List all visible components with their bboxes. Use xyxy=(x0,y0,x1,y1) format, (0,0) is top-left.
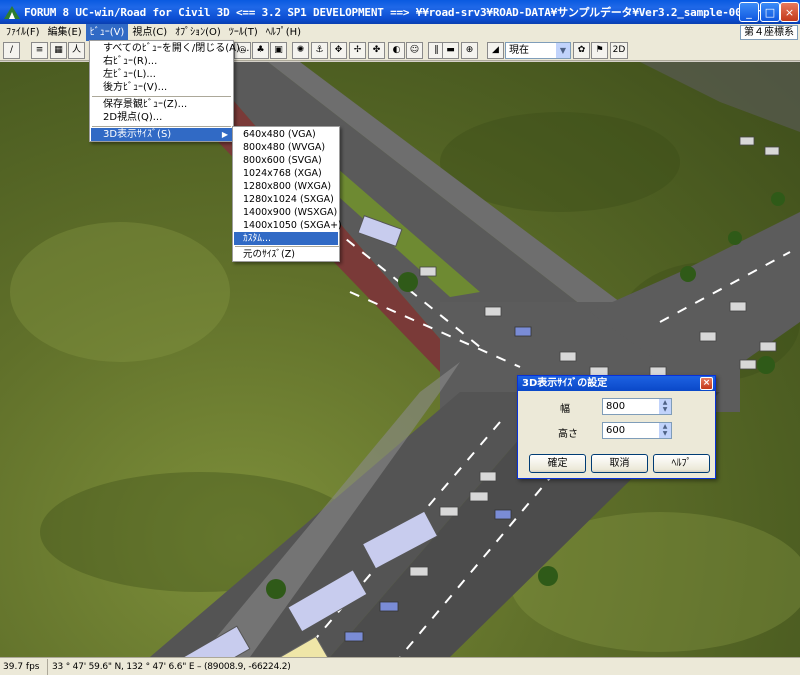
alignment-icon[interactable]: ≡ xyxy=(31,42,48,59)
size-option-wvga[interactable]: 800x480 (WVGA) xyxy=(234,141,338,154)
3d-viewport[interactable] xyxy=(0,62,800,657)
spinner-arrows-icon[interactable]: ▲ ▼ xyxy=(659,423,671,438)
coordinates-readout: 33 ° 47' 59.6" N, 132 ° 47' 6.6" E – (89… xyxy=(52,661,291,672)
menu-edit[interactable]: 編集(E) xyxy=(44,24,86,41)
road-scene xyxy=(10,62,800,657)
dialog-title: 3D表示ｻｲｽﾞの設定 xyxy=(522,378,608,389)
submenu-arrow-icon: ▶ xyxy=(221,130,228,139)
spinner-arrows-icon[interactable]: ▲ ▼ xyxy=(659,399,671,414)
disabled-move-icon[interactable]: ✤ xyxy=(368,42,385,59)
menu-file[interactable]: ﾌｧｲﾙ(F) xyxy=(2,24,44,41)
save-view-icon[interactable]: ✿ xyxy=(573,42,590,59)
menu-separator xyxy=(92,126,231,127)
person-icon[interactable]: 人 xyxy=(68,42,85,59)
anchor-icon[interactable]: ⚓ xyxy=(311,42,328,59)
menu-item-toggle-all-views[interactable]: すべてのﾋﾞｭｰを開く/閉じる(A)... xyxy=(91,42,249,55)
menu-options[interactable]: ｵﾌﾟｼｮﾝ(O) xyxy=(171,24,225,41)
menu-item-rear-view[interactable]: 後方ﾋﾞｭｰ(V)... xyxy=(91,81,232,94)
cancel-button[interactable]: 取消 xyxy=(591,454,648,473)
menu-item-right-view[interactable]: 右ﾋﾞｭｰ(R)... xyxy=(91,55,232,68)
width-label: 幅 xyxy=(560,404,570,415)
dialog-title-bar: 3D表示ｻｲｽﾞの設定 × xyxy=(518,376,715,391)
menu-item-saved-views[interactable]: 保存景観ﾋﾞｭｰ(Z)... xyxy=(91,98,232,111)
display-size-dialog: 3D表示ｻｲｽﾞの設定 × 幅 800 ▲ ▼ 高さ 600 ▲ ▼ 確定 取消 ﾍ… xyxy=(517,375,716,479)
rotate-icon[interactable]: ◐ xyxy=(388,42,405,59)
size-option-xga[interactable]: 1024x768 (XGA) xyxy=(234,167,338,180)
menu-bar: ﾌｧｲﾙ(F) 編集(E) ﾋﾞｭｰ(V) 視点(C) ｵﾌﾟｼｮﾝ(O) ﾂｰ… xyxy=(0,24,800,41)
car-icon[interactable]: ▬ xyxy=(442,42,459,59)
size-option-wxga[interactable]: 1280x800 (WXGA) xyxy=(234,180,338,193)
menu-tools[interactable]: ﾂｰﾙ(T) xyxy=(225,24,262,41)
menu-item-3d-display-size-label: 3D表示ｻｲｽﾞ(S) xyxy=(103,129,172,140)
minimize-icon: _ xyxy=(746,5,752,19)
size-option-svga[interactable]: 800x600 (SVGA) xyxy=(234,154,338,167)
title-bar: FORUM 8 UC-win/Road for Civil 3D <== 3.2… xyxy=(0,0,800,24)
size-option-sxga[interactable]: 1280x1024 (SXGA) xyxy=(234,193,338,206)
size-option-sxga-plus[interactable]: 1400x1050 (SXGA+) xyxy=(234,219,342,232)
height-value: 600 xyxy=(606,425,626,436)
close-icon: × xyxy=(702,378,711,388)
fps-readout: 39.7 fps xyxy=(0,658,48,675)
pan-icon[interactable]: ✢ xyxy=(349,42,366,59)
width-spinner[interactable]: 800 ▲ ▼ xyxy=(602,398,672,415)
traffic-icon[interactable]: ✺ xyxy=(292,42,309,59)
menu-help[interactable]: ﾍﾙﾌﾟ(H) xyxy=(262,24,305,41)
dialog-close-button[interactable]: × xyxy=(700,377,713,390)
help-button[interactable]: ﾍﾙﾌﾟ xyxy=(653,454,710,473)
ok-button[interactable]: 確定 xyxy=(529,454,586,473)
tree-icon[interactable]: ♣ xyxy=(252,42,269,59)
menu-item-2d-viewpoint[interactable]: 2D視点(Q)... xyxy=(91,111,232,124)
menu-separator xyxy=(235,246,339,247)
status-bar: 39.7 fps 33 ° 47' 59.6" N, 132 ° 47' 6.6… xyxy=(0,657,800,675)
minimize-button[interactable]: _ xyxy=(739,2,759,22)
grid-icon[interactable]: ▦ xyxy=(50,42,67,59)
size-option-original[interactable]: 元のｻｲｽﾞ(Z) xyxy=(234,248,338,261)
road-icon[interactable]: ∕ xyxy=(3,42,20,59)
view-select-value: 現在 xyxy=(509,45,529,56)
close-icon: × xyxy=(784,5,795,19)
size-option-wsxga[interactable]: 1400x900 (WSXGA) xyxy=(234,206,338,219)
close-button[interactable]: × xyxy=(780,2,799,22)
menu-item-3d-display-size[interactable]: 3D表示ｻｲｽﾞ(S) ▶ xyxy=(91,128,232,141)
menu-item-left-view[interactable]: 左ﾋﾞｭｰ(L)... xyxy=(91,68,232,81)
move-icon[interactable]: ✥ xyxy=(330,42,347,59)
view-select[interactable]: 現在 ▼ xyxy=(505,42,571,59)
menu-separator xyxy=(92,96,231,97)
road-view-icon[interactable]: ◢ xyxy=(487,42,504,59)
bus-icon[interactable]: ▣ xyxy=(270,42,287,59)
maximize-icon: □ xyxy=(764,5,776,19)
2d-view-button[interactable]: 2D xyxy=(610,42,628,59)
menu-view[interactable]: ﾋﾞｭｰ(V) xyxy=(85,24,129,41)
size-option-custom[interactable]: ｶｽﾀﾑ... xyxy=(234,232,338,245)
app-logo-icon xyxy=(4,6,20,19)
window-title: FORUM 8 UC-win/Road for Civil 3D <== 3.2… xyxy=(24,6,768,19)
chevron-down-icon: ▼ xyxy=(556,43,570,58)
height-label: 高さ xyxy=(558,429,578,440)
steering-icon[interactable]: ⊕ xyxy=(461,42,478,59)
height-spinner[interactable]: 600 ▲ ▼ xyxy=(602,422,672,439)
menu-viewpoint[interactable]: 視点(C) xyxy=(128,24,171,41)
flag-icon[interactable]: ⚑ xyxy=(591,42,608,59)
display-size-submenu: 640x480 (VGA) 800x480 (WVGA) 800x600 (SV… xyxy=(232,126,342,262)
width-value: 800 xyxy=(606,401,626,412)
maximize-button[interactable]: □ xyxy=(760,2,780,22)
size-option-vga[interactable]: 640x480 (VGA) xyxy=(234,128,338,141)
coordinate-system-label: 第４座標系 xyxy=(740,25,798,40)
walk-icon[interactable]: ☺ xyxy=(406,42,423,59)
view-menu-dropdown: すべてのﾋﾞｭｰを開く/閉じる(A)... 右ﾋﾞｭｰ(R)... 左ﾋﾞｭｰ(… xyxy=(89,40,249,142)
